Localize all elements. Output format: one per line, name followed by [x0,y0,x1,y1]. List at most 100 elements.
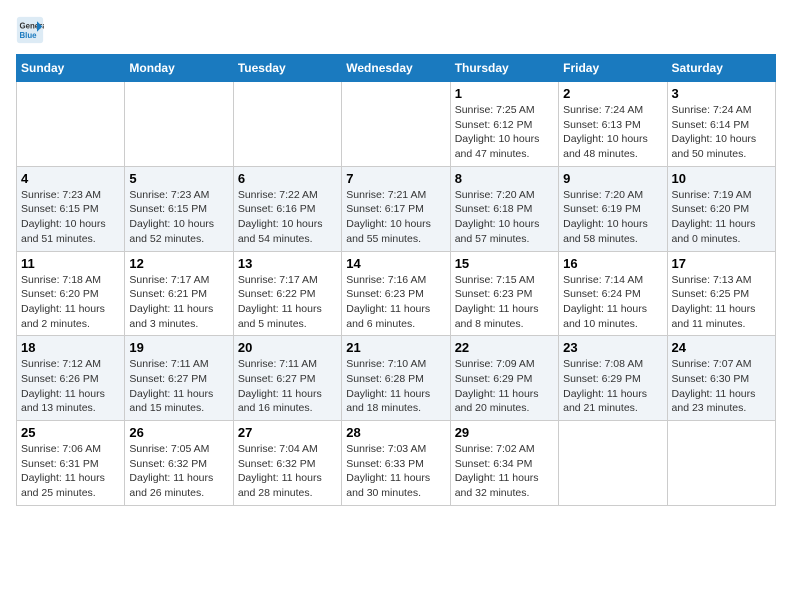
calendar-cell [125,82,233,167]
calendar-week-1: 1 Sunrise: 7:25 AMSunset: 6:12 PMDaylight… [17,82,776,167]
day-number: 7 [346,171,445,186]
day-info: Sunrise: 7:10 AMSunset: 6:28 PMDaylight:… [346,357,445,416]
calendar-cell [667,421,775,506]
calendar-cell [17,82,125,167]
day-number: 22 [455,340,554,355]
day-number: 13 [238,256,337,271]
day-number: 26 [129,425,228,440]
weekday-header-thursday: Thursday [450,55,558,82]
weekday-header-sunday: Sunday [17,55,125,82]
calendar-cell: 11 Sunrise: 7:18 AMSunset: 6:20 PMDayligh… [17,251,125,336]
svg-text:Blue: Blue [20,31,38,40]
day-number: 24 [672,340,771,355]
day-number: 14 [346,256,445,271]
day-number: 4 [21,171,120,186]
day-info: Sunrise: 7:09 AMSunset: 6:29 PMDaylight:… [455,357,554,416]
calendar-cell: 21Sunrise: 7:10 AMSunset: 6:28 PMDayligh… [342,336,450,421]
calendar-cell: 23 Sunrise: 7:08 AMSunset: 6:29 PMDayligh… [559,336,667,421]
day-number: 11 [21,256,120,271]
day-info: Sunrise: 7:13 AMSunset: 6:25 PMDaylight:… [672,273,771,332]
day-info: Sunrise: 7:06 AMSunset: 6:31 PMDaylight:… [21,442,120,501]
calendar-week-5: 25 Sunrise: 7:06 AMSunset: 6:31 PMDayligh… [17,421,776,506]
calendar-cell: 9Sunrise: 7:20 AMSunset: 6:19 PMDaylight… [559,166,667,251]
calendar-header: SundayMondayTuesdayWednesdayThursdayFrid… [17,55,776,82]
calendar-cell: 8 Sunrise: 7:20 AMSunset: 6:18 PMDaylight… [450,166,558,251]
day-info: Sunrise: 7:18 AMSunset: 6:20 PMDaylight:… [21,273,120,332]
day-info: Sunrise: 7:05 AMSunset: 6:32 PMDaylight:… [129,442,228,501]
calendar-cell: 15 Sunrise: 7:15 AMSunset: 6:23 PMDayligh… [450,251,558,336]
day-info: Sunrise: 7:17 AMSunset: 6:22 PMDaylight:… [238,273,337,332]
day-info: Sunrise: 7:19 AMSunset: 6:20 PMDaylight:… [672,188,771,247]
day-number: 28 [346,425,445,440]
day-info: Sunrise: 7:24 AMSunset: 6:13 PMDaylight:… [563,103,662,162]
calendar-cell: 29 Sunrise: 7:02 AMSunset: 6:34 PMDayligh… [450,421,558,506]
weekday-header-tuesday: Tuesday [233,55,341,82]
day-info: Sunrise: 7:07 AMSunset: 6:30 PMDaylight:… [672,357,771,416]
day-info: Sunrise: 7:23 AMSunset: 6:15 PMDaylight:… [129,188,228,247]
day-number: 18 [21,340,120,355]
calendar-cell: 27 Sunrise: 7:04 AMSunset: 6:32 PMDayligh… [233,421,341,506]
calendar-cell: 20 Sunrise: 7:11 AMSunset: 6:27 PMDayligh… [233,336,341,421]
day-info: Sunrise: 7:20 AMSunset: 6:18 PMDaylight:… [455,188,554,247]
calendar-cell [342,82,450,167]
day-number: 29 [455,425,554,440]
calendar-cell: 3 Sunrise: 7:24 AMSunset: 6:14 PMDaylight… [667,82,775,167]
day-number: 12 [129,256,228,271]
calendar-cell: 28 Sunrise: 7:03 AMSunset: 6:33 PMDayligh… [342,421,450,506]
day-number: 6 [238,171,337,186]
day-info: Sunrise: 7:21 AMSunset: 6:17 PMDaylight:… [346,188,445,247]
calendar-week-3: 11 Sunrise: 7:18 AMSunset: 6:20 PMDayligh… [17,251,776,336]
logo: General Blue [16,16,48,44]
calendar-cell: 12 Sunrise: 7:17 AMSunset: 6:21 PMDayligh… [125,251,233,336]
logo-icon: General Blue [16,16,44,44]
day-info: Sunrise: 7:11 AMSunset: 6:27 PMDaylight:… [238,357,337,416]
calendar-cell: 26 Sunrise: 7:05 AMSunset: 6:32 PMDayligh… [125,421,233,506]
calendar-cell: 25 Sunrise: 7:06 AMSunset: 6:31 PMDayligh… [17,421,125,506]
page-header: General Blue [16,16,776,44]
weekday-header-friday: Friday [559,55,667,82]
day-info: Sunrise: 7:03 AMSunset: 6:33 PMDaylight:… [346,442,445,501]
calendar-cell: 10 Sunrise: 7:19 AMSunset: 6:20 PMDayligh… [667,166,775,251]
day-info: Sunrise: 7:25 AMSunset: 6:12 PMDaylight:… [455,103,554,162]
calendar-week-2: 4 Sunrise: 7:23 AMSunset: 6:15 PMDaylight… [17,166,776,251]
day-info: Sunrise: 7:20 AMSunset: 6:19 PMDaylight:… [563,188,662,247]
calendar-cell: 2 Sunrise: 7:24 AMSunset: 6:13 PMDaylight… [559,82,667,167]
day-number: 16 [563,256,662,271]
day-info: Sunrise: 7:24 AMSunset: 6:14 PMDaylight:… [672,103,771,162]
day-info: Sunrise: 7:22 AMSunset: 6:16 PMDaylight:… [238,188,337,247]
calendar-cell: 5Sunrise: 7:23 AMSunset: 6:15 PMDaylight… [125,166,233,251]
day-info: Sunrise: 7:12 AMSunset: 6:26 PMDaylight:… [21,357,120,416]
day-number: 25 [21,425,120,440]
calendar-cell: 18 Sunrise: 7:12 AMSunset: 6:26 PMDayligh… [17,336,125,421]
day-number: 2 [563,86,662,101]
day-number: 10 [672,171,771,186]
day-number: 15 [455,256,554,271]
weekday-header-monday: Monday [125,55,233,82]
day-info: Sunrise: 7:17 AMSunset: 6:21 PMDaylight:… [129,273,228,332]
day-number: 3 [672,86,771,101]
day-number: 20 [238,340,337,355]
calendar-cell: 24 Sunrise: 7:07 AMSunset: 6:30 PMDayligh… [667,336,775,421]
calendar-week-4: 18 Sunrise: 7:12 AMSunset: 6:26 PMDayligh… [17,336,776,421]
calendar-cell: 4Sunrise: 7:23 AMSunset: 6:15 PMDaylight… [17,166,125,251]
weekday-header-saturday: Saturday [667,55,775,82]
day-number: 23 [563,340,662,355]
day-number: 1 [455,86,554,101]
calendar-cell [233,82,341,167]
day-info: Sunrise: 7:02 AMSunset: 6:34 PMDaylight:… [455,442,554,501]
day-info: Sunrise: 7:11 AMSunset: 6:27 PMDaylight:… [129,357,228,416]
calendar-table: SundayMondayTuesdayWednesdayThursdayFrid… [16,54,776,506]
calendar-cell: 14Sunrise: 7:16 AMSunset: 6:23 PMDayligh… [342,251,450,336]
calendar-cell: 16Sunrise: 7:14 AMSunset: 6:24 PMDayligh… [559,251,667,336]
day-info: Sunrise: 7:15 AMSunset: 6:23 PMDaylight:… [455,273,554,332]
calendar-cell: 7 Sunrise: 7:21 AMSunset: 6:17 PMDaylight… [342,166,450,251]
calendar-cell [559,421,667,506]
calendar-cell: 22 Sunrise: 7:09 AMSunset: 6:29 PMDayligh… [450,336,558,421]
day-info: Sunrise: 7:04 AMSunset: 6:32 PMDaylight:… [238,442,337,501]
day-info: Sunrise: 7:08 AMSunset: 6:29 PMDaylight:… [563,357,662,416]
day-number: 17 [672,256,771,271]
day-number: 8 [455,171,554,186]
calendar-cell: 19Sunrise: 7:11 AMSunset: 6:27 PMDayligh… [125,336,233,421]
calendar-cell: 6 Sunrise: 7:22 AMSunset: 6:16 PMDaylight… [233,166,341,251]
day-number: 27 [238,425,337,440]
